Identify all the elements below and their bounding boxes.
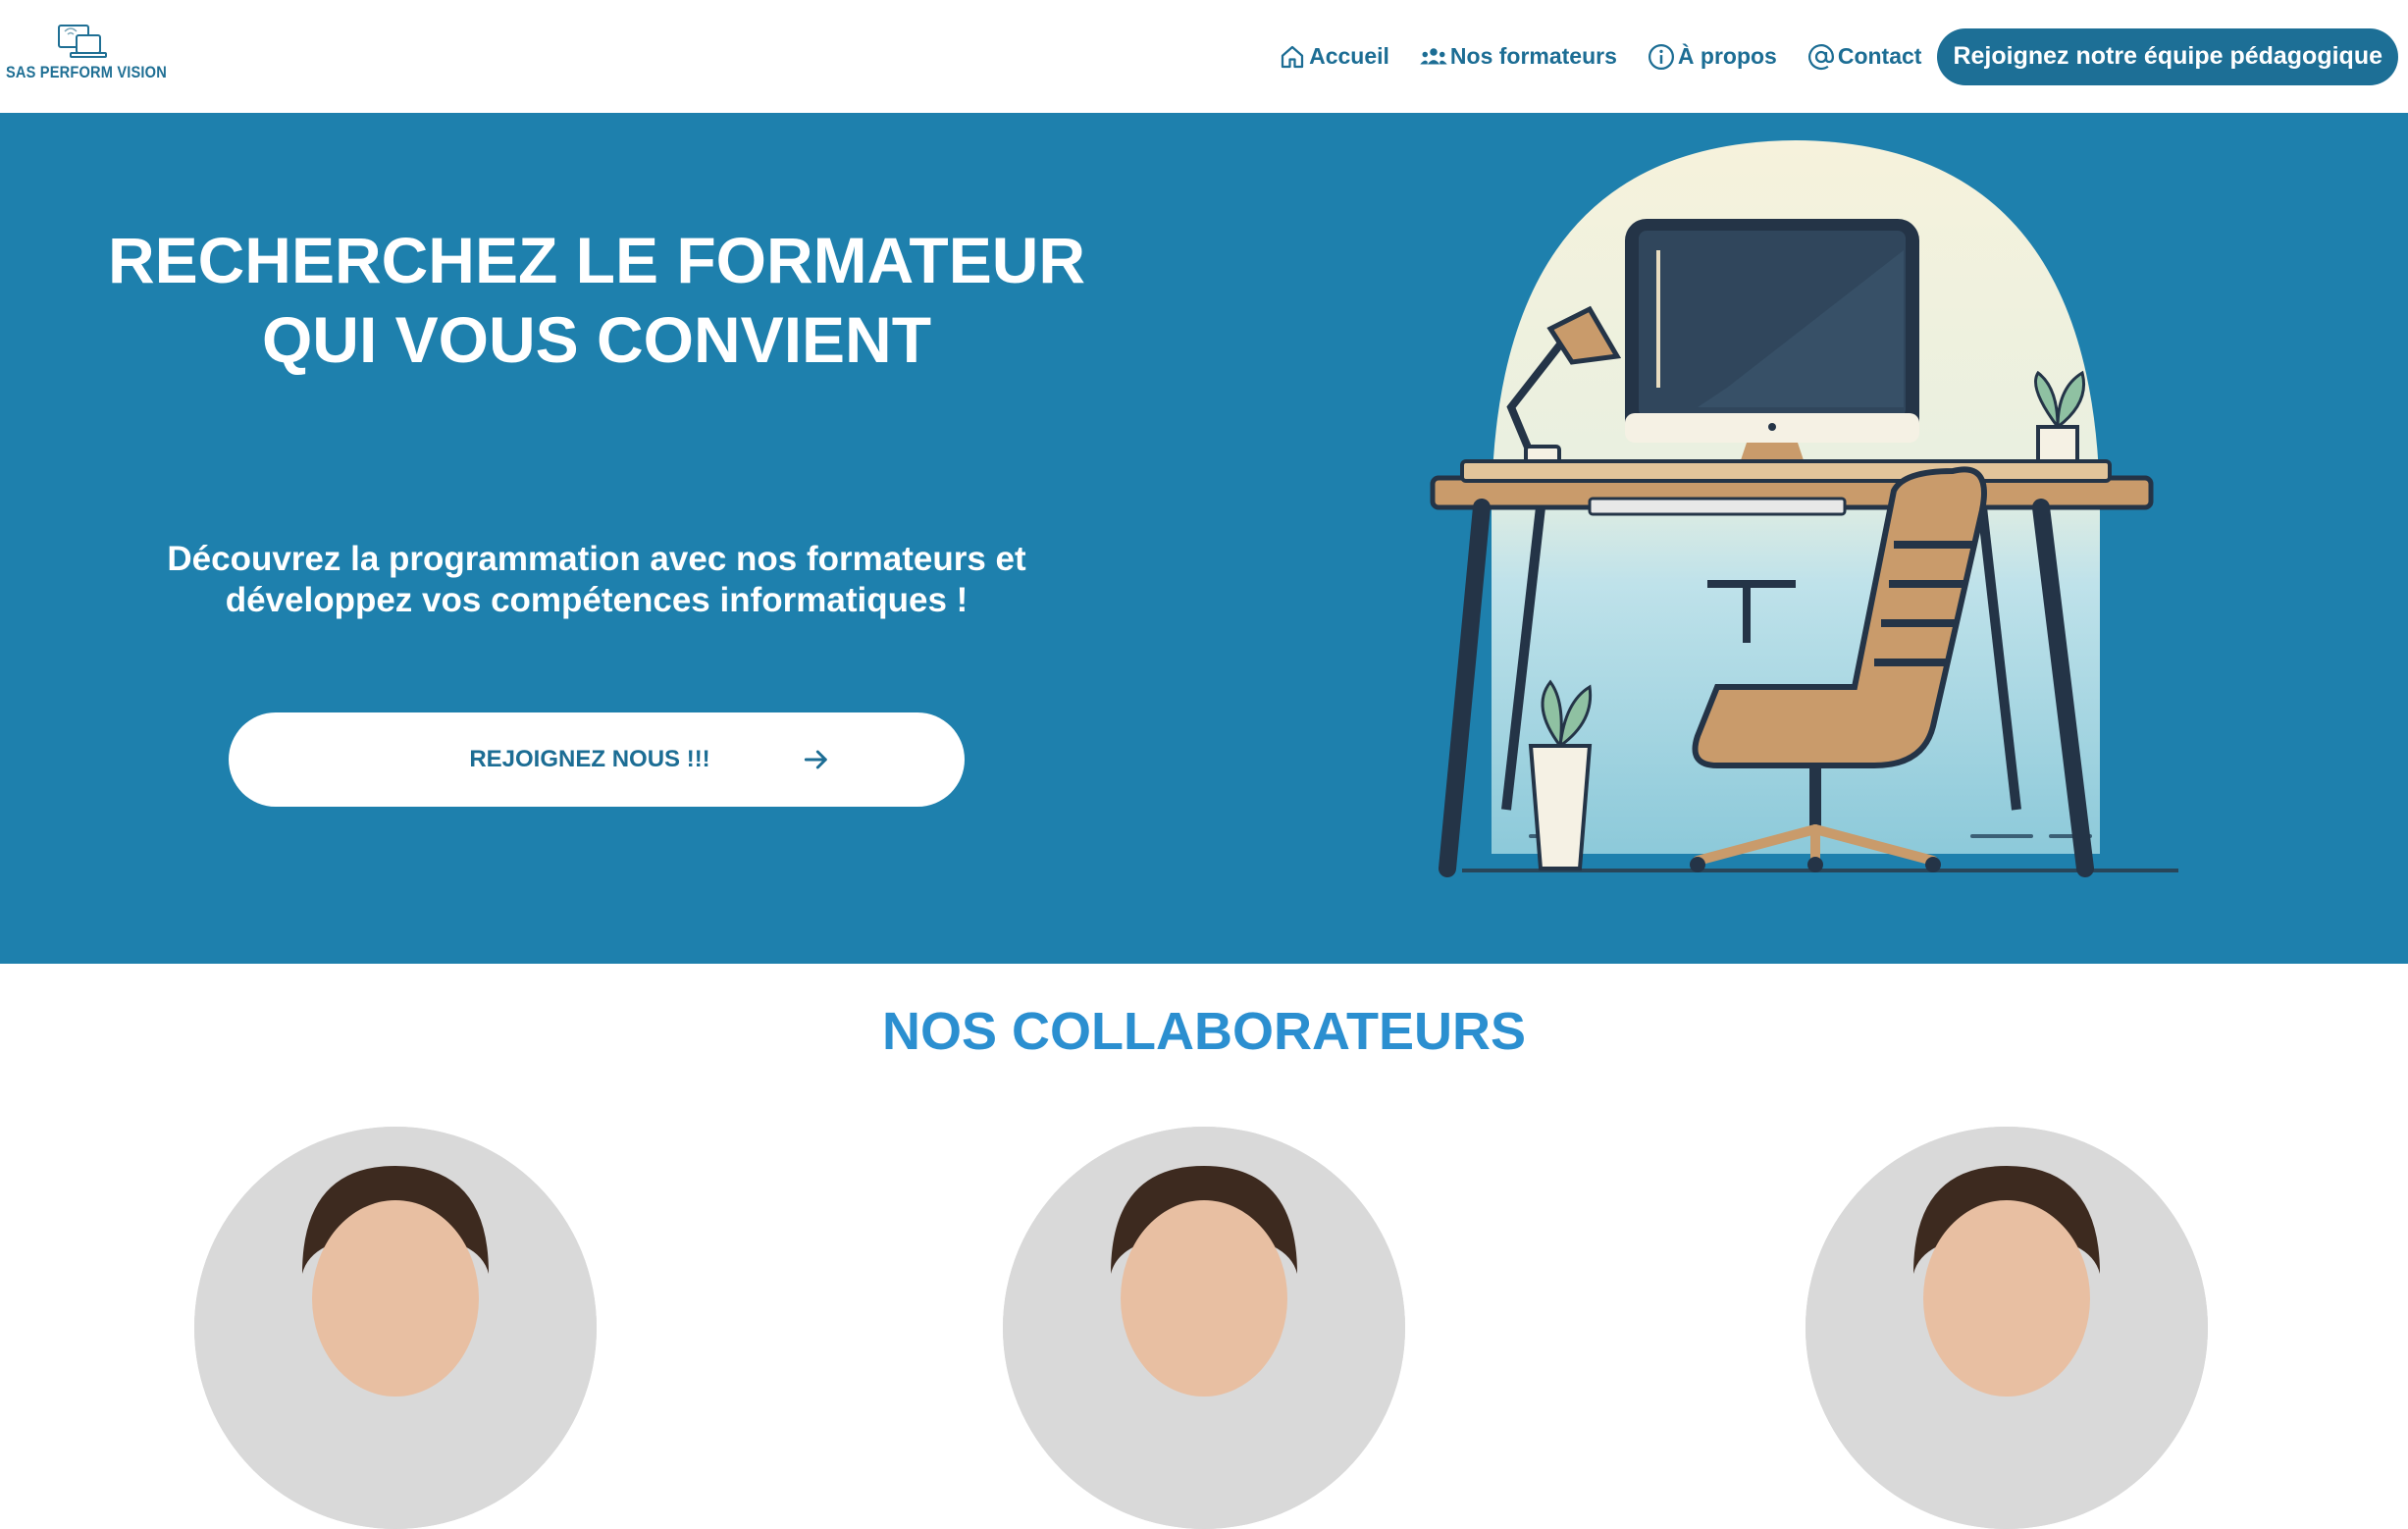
join-us-button-label: REJOIGNEZ NOUS !!! — [469, 746, 710, 772]
join-us-button[interactable]: REJOIGNEZ NOUS !!! — [229, 712, 965, 807]
desk-workspace-illustration — [1430, 140, 2178, 878]
at-icon — [1807, 43, 1834, 70]
devices-logo-icon — [58, 25, 107, 58]
nav-item-label: À propos — [1677, 43, 1777, 69]
nav-item-label: Accueil — [1309, 43, 1389, 69]
person-photo — [194, 1127, 597, 1529]
users-icon — [1420, 47, 1447, 64]
nav-item-contact[interactable]: Contact — [1806, 42, 1922, 72]
person-photo — [1003, 1127, 1405, 1529]
navbar: SAS PERFORM VISION Accueil Nos formateur… — [0, 0, 2408, 113]
join-team-button[interactable]: Rejoignez notre équipe pédagogique — [1937, 27, 2398, 85]
nav-item-label: Nos formateurs — [1449, 43, 1617, 69]
collaborator-avatar[interactable] — [1806, 1127, 2208, 1529]
hero-title: RECHERCHEZ LE FORMATEUR QUI VOUS CONVIEN… — [107, 224, 1086, 376]
person-photo — [1806, 1127, 2208, 1529]
hero-section: RECHERCHEZ LE FORMATEUR QUI VOUS CONVIEN… — [0, 113, 2408, 964]
arrow-right-icon — [804, 750, 827, 769]
hero-subtitle: Découvrez la programmation avec nos form… — [167, 540, 1026, 619]
nav-item-label: Contact — [1837, 43, 1922, 69]
collaborator-avatar[interactable] — [194, 1127, 597, 1529]
nav-item-accueil[interactable]: Accueil — [1278, 42, 1389, 72]
info-icon — [1648, 43, 1674, 70]
main-nav: Accueil Nos formateurs À propos Contact … — [1248, 0, 2408, 113]
nav-item-a-propos[interactable]: À propos — [1647, 42, 1777, 72]
nav-item-nos-formateurs[interactable]: Nos formateurs — [1419, 42, 1617, 72]
home-icon — [1281, 45, 1304, 68]
collaborators-title: NOS COLLABORATEURS — [882, 1002, 1526, 1061]
logo[interactable]: SAS PERFORM VISION — [6, 20, 167, 88]
collaborator-avatar[interactable] — [1003, 1127, 1405, 1529]
logo-text: SAS PERFORM VISION — [6, 63, 167, 81]
